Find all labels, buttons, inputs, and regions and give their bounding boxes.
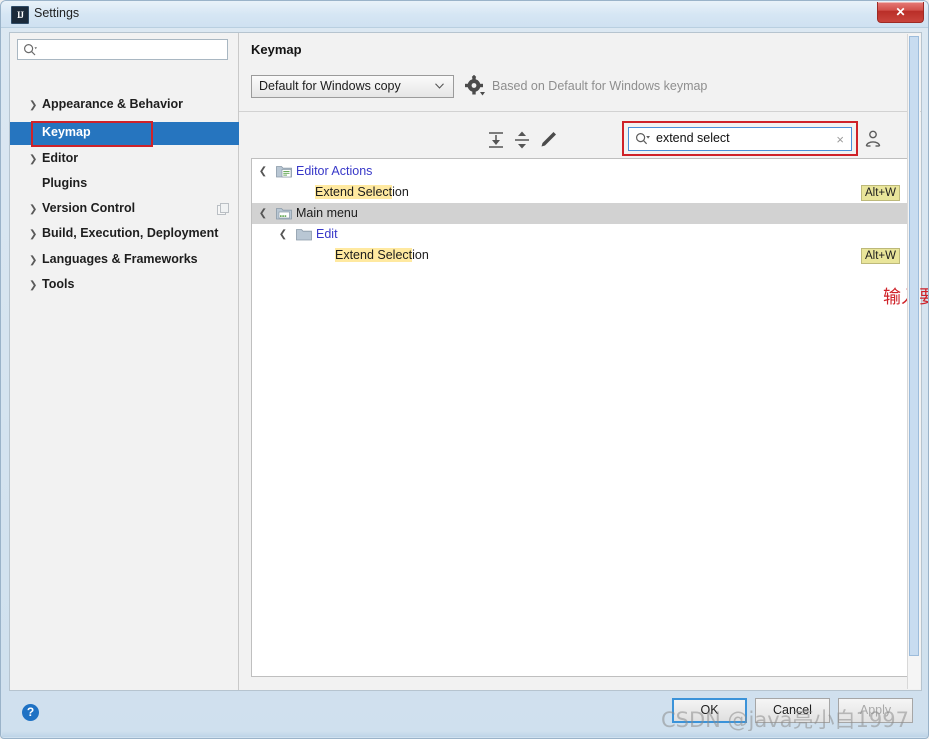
- edit-pencil-icon: [541, 132, 556, 147]
- dialog-body: ❯ Appearance & Behavior Keymap ❯ Editor …: [9, 32, 928, 691]
- tree-row[interactable]: ❮ Editor Actions: [252, 161, 908, 182]
- sidebar-item-tools[interactable]: ❯ Tools: [10, 274, 239, 297]
- based-on-label: Based on Default for Windows keymap: [492, 79, 708, 93]
- sidebar-item-label: Keymap: [42, 125, 91, 139]
- tree-row-label: Extend Selection: [335, 248, 429, 262]
- page-title: Keymap: [251, 42, 302, 57]
- chevron-right-icon: ❯: [29, 255, 38, 266]
- chevron-right-icon: ❯: [29, 229, 38, 240]
- sidebar-item-label: Appearance & Behavior: [42, 97, 184, 111]
- tree-row-label: Editor Actions: [296, 164, 373, 178]
- sidebar-item-label: Build, Execution, Deployment: [42, 226, 219, 240]
- sidebar-item-languages-frameworks[interactable]: ❯ Languages & Frameworks: [10, 249, 239, 272]
- intellij-idea-icon: IJ: [11, 6, 29, 24]
- find-shortcut-button[interactable]: [862, 128, 884, 150]
- window-bottom-strip: [2, 731, 928, 737]
- search-icon: [635, 132, 650, 145]
- vertical-scrollbar[interactable]: [907, 34, 920, 689]
- chevron-right-icon: ❯: [29, 204, 38, 215]
- copy-icon: [217, 203, 229, 215]
- chevron-down-icon[interactable]: ❮: [258, 208, 268, 219]
- keymap-tree[interactable]: ❮ Editor Actions Extend Selection Alt+W …: [251, 158, 909, 677]
- tree-row-label: Edit: [316, 227, 338, 241]
- sidebar-item-editor[interactable]: ❯ Editor: [10, 148, 239, 171]
- chevron-down-icon: [435, 83, 444, 89]
- title-bar: IJ Settings ✕: [1, 1, 928, 28]
- expand-all-button[interactable]: [484, 129, 508, 151]
- chevron-right-icon: ❯: [29, 154, 38, 165]
- sidebar-item-version-control[interactable]: ❯ Version Control: [10, 198, 239, 221]
- sidebar-item-build-execution-deployment[interactable]: ❯ Build, Execution, Deployment: [10, 223, 239, 246]
- shortcut-badge: Alt+W: [861, 185, 900, 201]
- annotation-text: 输入要查找的操作: [883, 287, 928, 308]
- shortcut-badge: Alt+W: [861, 248, 900, 264]
- keymap-select-value: Default for Windows copy: [259, 79, 401, 93]
- collapse-all-icon: [515, 131, 529, 149]
- search-match-highlight: Extend Select: [315, 185, 393, 199]
- sidebar-item-plugins[interactable]: Plugins: [10, 173, 239, 196]
- tree-row-label: Main menu: [296, 206, 358, 220]
- tree-row[interactable]: ❮ Main menu: [252, 203, 908, 224]
- panel-divider: [239, 111, 921, 112]
- settings-window: IJ Settings ✕ ❯ Appearance & Behavior Ke…: [0, 0, 929, 739]
- search-icon: [23, 43, 37, 56]
- folder-icon: [296, 229, 312, 241]
- sidebar-item-label: Version Control: [42, 201, 136, 215]
- sidebar-item-label: Plugins: [42, 176, 88, 190]
- chevron-right-icon: ❯: [29, 280, 38, 291]
- keymap-search-value: extend select: [656, 131, 730, 145]
- keymap-panel: Keymap Default for Windows copy Based on…: [239, 33, 928, 690]
- edit-shortcut-button[interactable]: [536, 129, 560, 151]
- apply-button: Apply: [838, 698, 913, 723]
- editor-actions-folder-icon: [276, 166, 292, 178]
- cancel-button[interactable]: Cancel: [755, 698, 830, 723]
- settings-dialog-screenshot: IJ Settings ✕ ❯ Appearance & Behavior Ke…: [0, 0, 929, 739]
- close-icon[interactable]: ×: [836, 131, 844, 148]
- keymap-settings-button[interactable]: [463, 74, 487, 98]
- ok-button[interactable]: OK: [672, 698, 747, 723]
- scrollbar-thumb[interactable]: [909, 36, 919, 656]
- tree-row[interactable]: Extend Selection Alt+W: [252, 245, 908, 266]
- sidebar-item-appearance-behavior[interactable]: ❯ Appearance & Behavior: [10, 94, 239, 117]
- settings-sidebar: ❯ Appearance & Behavior Keymap ❯ Editor …: [10, 33, 239, 690]
- main-menu-folder-icon: [276, 208, 292, 220]
- sidebar-item-label: Languages & Frameworks: [42, 252, 198, 266]
- expand-all-icon: [489, 132, 503, 148]
- keymap-select[interactable]: Default for Windows copy: [251, 75, 454, 98]
- keymap-search-input[interactable]: extend select ×: [628, 127, 852, 151]
- help-button[interactable]: ?: [22, 704, 39, 721]
- tree-row[interactable]: ❮ Edit: [252, 224, 908, 245]
- collapse-all-button[interactable]: [510, 129, 534, 151]
- tree-row[interactable]: Extend Selection Alt+W: [252, 182, 908, 203]
- chevron-right-icon: ❯: [29, 100, 38, 111]
- window-title: Settings: [34, 6, 80, 20]
- tree-row-label: Extend Selection: [315, 185, 409, 199]
- sidebar-item-keymap[interactable]: Keymap: [10, 122, 239, 145]
- search-match-highlight: Extend Select: [335, 248, 413, 262]
- chevron-down-icon[interactable]: ❮: [278, 229, 288, 240]
- sidebar-item-label: Tools: [42, 277, 75, 291]
- sidebar-search-input[interactable]: [17, 39, 228, 60]
- close-icon[interactable]: ✕: [877, 2, 924, 23]
- chevron-down-icon[interactable]: ❮: [258, 166, 268, 177]
- gear-icon: [465, 74, 485, 96]
- filter-person-icon: [865, 130, 881, 147]
- sidebar-item-label: Editor: [42, 151, 79, 165]
